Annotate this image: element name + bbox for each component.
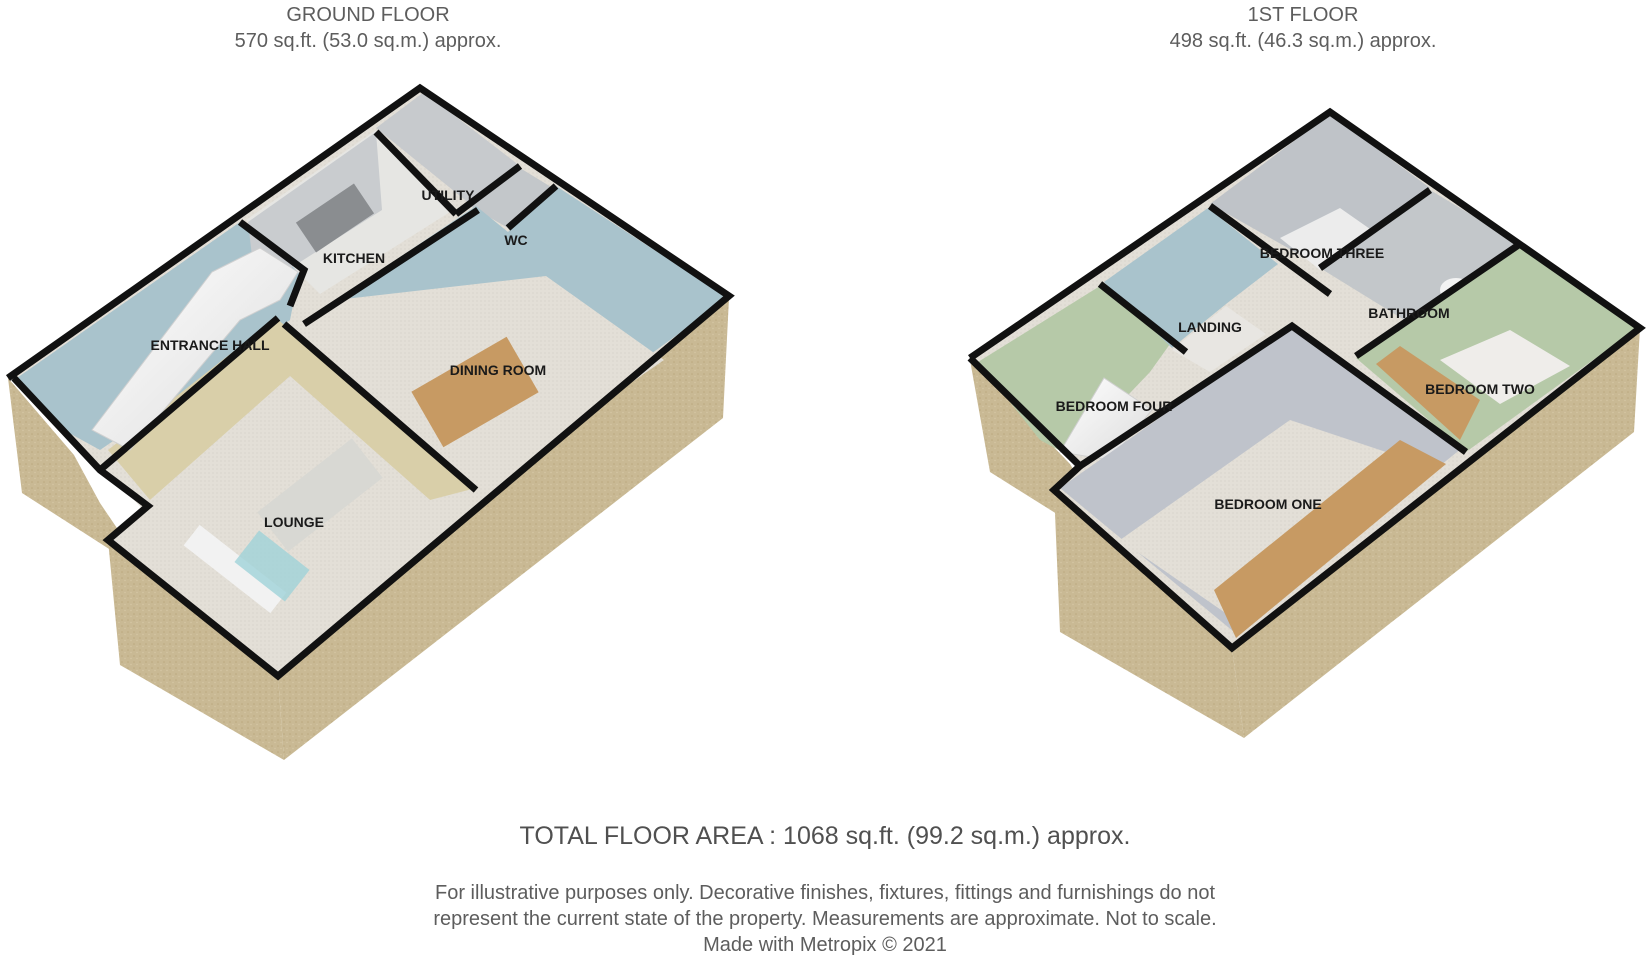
label-bathroom: BATHROOM (1368, 305, 1449, 321)
label-bedroom-one: BEDROOM ONE (1214, 496, 1321, 512)
label-entrance-hall: ENTRANCE HALL (151, 337, 270, 353)
disclaimer-line-1: For illustrative purposes only. Decorati… (435, 882, 1215, 904)
label-kitchen: KITCHEN (323, 250, 385, 266)
label-wc: WC (504, 232, 527, 248)
disclaimer-line-3: Made with Metropix © 2021 (703, 934, 947, 956)
disclaimer-line-2: represent the current state of the prope… (433, 908, 1217, 930)
label-landing: LANDING (1178, 319, 1242, 335)
first-floor-plan: BEDROOM THREE LANDING BATHROOM BEDROOM F… (967, 107, 1646, 738)
label-bedroom-two: BEDROOM TWO (1425, 381, 1535, 397)
label-lounge: LOUNGE (264, 514, 324, 530)
label-bedroom-four: BEDROOM FOUR (1056, 398, 1173, 414)
floor-plan-drawing: UTILITY KITCHEN WC ENTRANCE HALL DINING … (5, 83, 1646, 760)
total-floor-area: TOTAL FLOOR AREA : 1068 sq.ft. (99.2 sq.… (519, 822, 1131, 850)
ground-floor-plan: UTILITY KITCHEN WC ENTRANCE HALL DINING … (5, 83, 735, 760)
label-utility: UTILITY (422, 187, 476, 203)
label-bedroom-three: BEDROOM THREE (1260, 245, 1384, 261)
label-dining-room: DINING ROOM (450, 362, 546, 378)
disclaimer: For illustrative purposes only. Decorati… (0, 880, 1650, 958)
